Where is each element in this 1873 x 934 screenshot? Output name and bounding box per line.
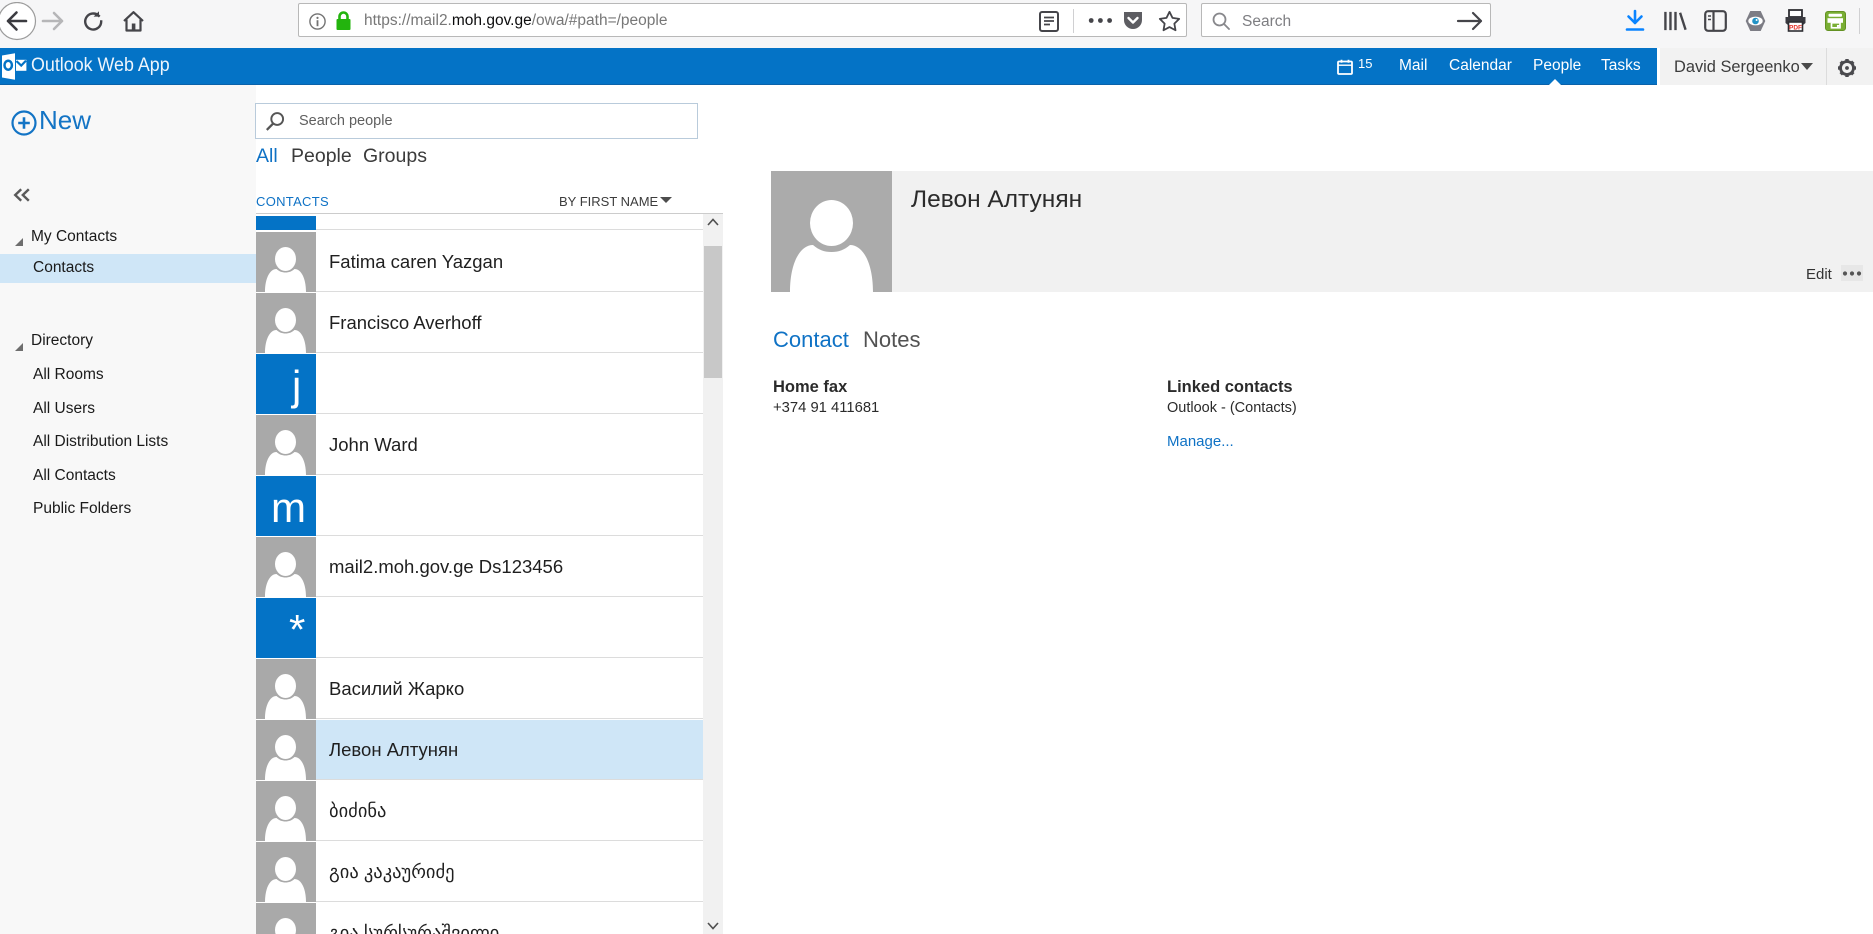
svg-text:PDF: PDF <box>1789 24 1802 31</box>
